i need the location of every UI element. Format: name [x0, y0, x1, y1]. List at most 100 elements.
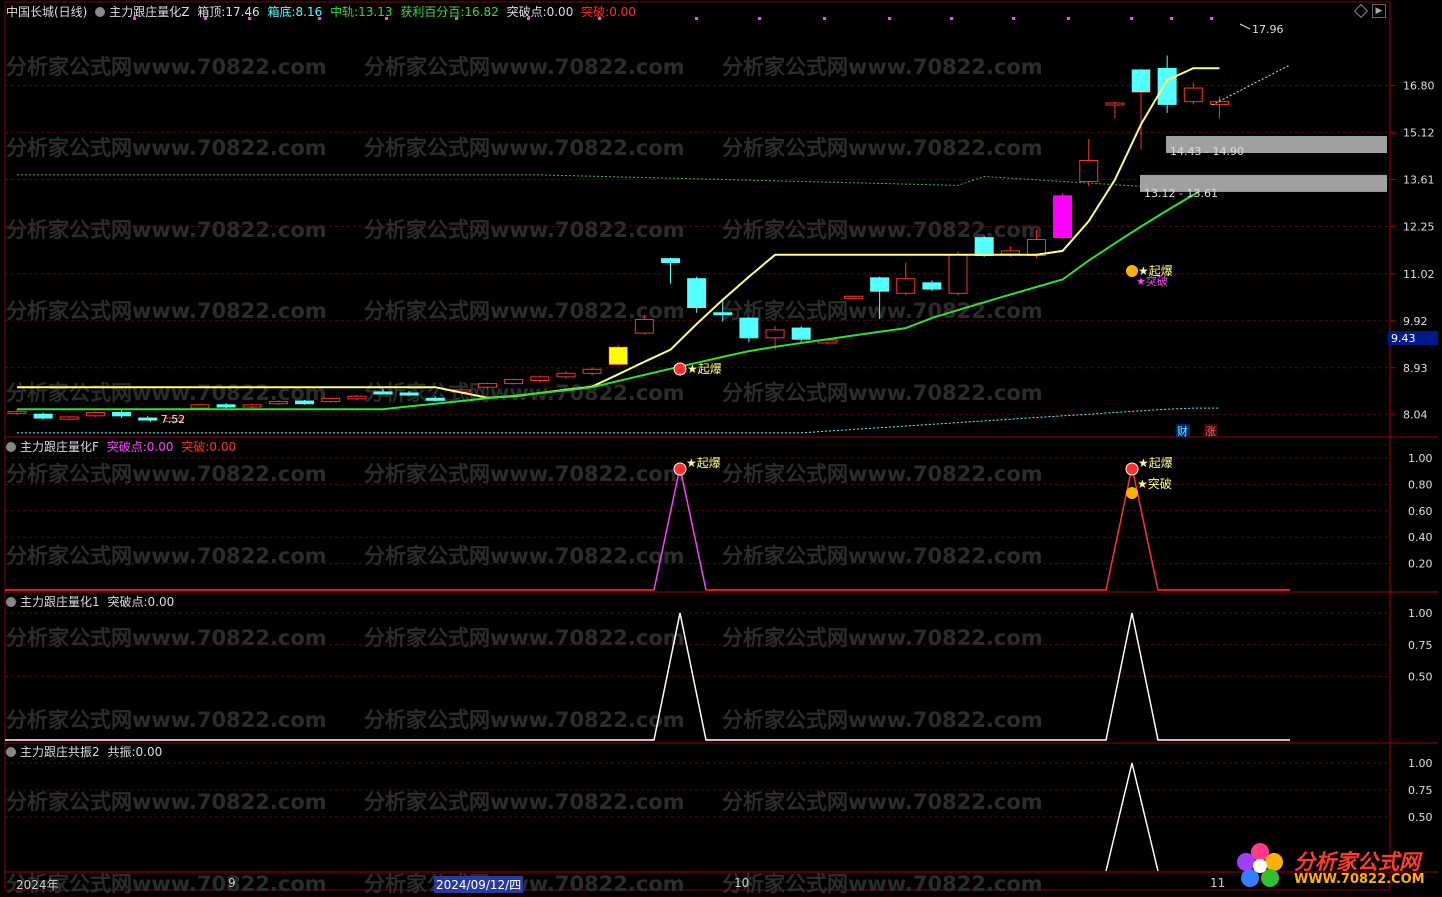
box-top-label: 箱顶: [197, 5, 226, 19]
pane-1-y-label: 1.00 [1408, 607, 1433, 620]
candle-body [85, 411, 105, 417]
y-tick-label: 15.12 [1403, 126, 1435, 139]
date-cursor[interactable]: 2024/09/12/四 [434, 876, 524, 893]
candle-body [843, 295, 863, 299]
main-pane-header: 中国长城(日线) 主力跟庄量化Z 箱顶:17.46 箱底:8.16 中轨:13.… [6, 4, 640, 20]
candle-body [948, 254, 968, 294]
watermark-text: 分析家公式网www.70822.com [722, 55, 1043, 79]
candle-body [922, 282, 942, 290]
watermark-text: 分析家公式网www.70822.com [722, 462, 1043, 486]
watermark-text: 分析家公式网www.70822.com [6, 708, 327, 732]
scroll-arrow-icon[interactable]: ▶ [1372, 4, 1386, 18]
profit-value: 16.82 [464, 5, 499, 19]
candle-body [661, 258, 680, 264]
watermark-text: 分析家公式网www.70822.com [722, 790, 1043, 814]
pane-f-explosion-label: ★起爆 [686, 456, 721, 470]
break-point-value: 0.00 [546, 5, 574, 19]
settings-circle-icon[interactable] [6, 597, 16, 607]
watermark-text: 分析家公式网www.70822.com [364, 218, 685, 242]
watermark-text: 分析家公式网www.70822.com [6, 790, 327, 814]
watermark-text: 分析家公式网www.70822.com [722, 299, 1043, 323]
pane-1-name[interactable]: 主力跟庄量化1 [20, 595, 100, 609]
signal-dot [823, 17, 826, 20]
rise-label: 涨 [1205, 425, 1216, 438]
y-tick-label: 8.93 [1403, 362, 1428, 375]
pane-1-y-label: 0.50 [1408, 671, 1433, 684]
settings-circle-icon[interactable] [6, 747, 16, 757]
candle-body [530, 376, 550, 381]
candle-body [765, 329, 785, 339]
pane-f-breakout-label: ★突破 [1137, 476, 1172, 491]
candle-body [347, 395, 367, 400]
candle-body [504, 378, 524, 385]
settings-circle-icon[interactable] [95, 7, 106, 17]
candle-body [687, 278, 707, 308]
watermark-text: 分析家公式网www.70822.com [6, 544, 327, 568]
pane-2-name[interactable]: 主力跟庄共振2 [20, 745, 100, 759]
candle-body [399, 392, 419, 396]
resistance-zone-1-label: 14.43 - 14.90 [1170, 145, 1244, 158]
watermark-text: 分析家公式网www.70822.com [364, 136, 685, 160]
pane-f-break-value: 0.00 [209, 440, 237, 454]
breakout-label: ★突破 [1136, 274, 1168, 288]
watermark-text: 分析家公式网www.70822.com [6, 462, 327, 486]
high-price-arrow [1239, 23, 1251, 30]
profit-label: 获利百分百: [400, 5, 465, 19]
signal-candle-cyan [1132, 69, 1151, 93]
watermark-text: 分析家公式网www.70822.com [722, 136, 1043, 160]
pane-2-header: 主力跟庄共振2 共振:0.00 [6, 744, 166, 760]
site-logo: 分析家公式网 WWW.70822.COM [1232, 838, 1437, 894]
pane-f-header: 主力跟庄量化F 突破点:0.00 突破:0.00 [6, 439, 240, 455]
low-price-label: ← 7.52 [148, 413, 185, 426]
explosion-marker-icon [673, 362, 687, 376]
settings-circle-icon[interactable] [6, 442, 16, 452]
break-label: 突破: [581, 5, 610, 19]
watermark-text: 分析家公式网www.70822.com [722, 626, 1043, 650]
watermark-text: 分析家公式网www.70822.com [6, 136, 327, 160]
watermark-text: 分析家公式网www.70822.com [6, 218, 327, 242]
y-tick-label: 9.92 [1403, 315, 1428, 328]
box-bottom-label: 箱底: [267, 5, 296, 19]
indicator-name[interactable]: 主力跟庄量化Z [109, 5, 189, 19]
pane-f-y-label: 0.60 [1408, 505, 1433, 518]
logo-line2: WWW.70822.COM [1294, 872, 1425, 887]
candle-body [295, 400, 315, 405]
mid-label: 中轨: [330, 5, 359, 19]
pane-2-y-label: 0.50 [1408, 811, 1433, 824]
pane-f-y-label: 0.40 [1408, 531, 1433, 544]
candle-body [791, 327, 811, 340]
signal-dot [1012, 17, 1015, 20]
pane-f-explosion-icon-2 [1125, 462, 1139, 476]
break-point-label: 突破点: [506, 5, 547, 19]
pane-1-break-point-label: 突破点: [107, 595, 148, 609]
signal-dot [695, 17, 698, 20]
pane-f-break-point-label: 突破点: [106, 440, 147, 454]
pane-f-explosion-icon [673, 462, 687, 476]
watermark-text: 分析家公式网www.70822.com [722, 544, 1043, 568]
date-month-11: 11 [1210, 876, 1226, 890]
pane-f-break-point-value: 0.00 [146, 440, 174, 454]
candle-body [974, 237, 994, 257]
candle-body [1105, 102, 1125, 106]
pane-2-label: 共振: [107, 745, 136, 759]
pane-f-name[interactable]: 主力跟庄量化F [20, 440, 99, 454]
pane-2-value: 0.00 [135, 745, 163, 759]
stock-title[interactable]: 中国长城(日线) [6, 5, 87, 19]
candle-body [242, 404, 262, 408]
watermark-text: 分析家公式网www.70822.com [722, 381, 1043, 405]
candle-body [739, 317, 759, 339]
candle-body [33, 413, 53, 419]
candle-body [896, 278, 916, 294]
finance-label: 财 [1177, 424, 1188, 438]
candle-body [1157, 67, 1177, 105]
pane-1-header: 主力跟庄量化1 突破点:0.00 [6, 594, 178, 610]
signal-dot [888, 17, 891, 20]
candle-body [190, 404, 210, 409]
watermark-text: 分析家公式网www.70822.com [364, 462, 685, 486]
signal-dot [1210, 17, 1213, 20]
watermark-text: 分析家公式网www.70822.com [6, 55, 327, 79]
pane-1-break-point-value: 0.00 [147, 595, 175, 609]
date-month-10: 10 [734, 876, 750, 890]
upper-band-line [17, 174, 1220, 192]
pane-2-y-label: 0.75 [1408, 784, 1433, 797]
